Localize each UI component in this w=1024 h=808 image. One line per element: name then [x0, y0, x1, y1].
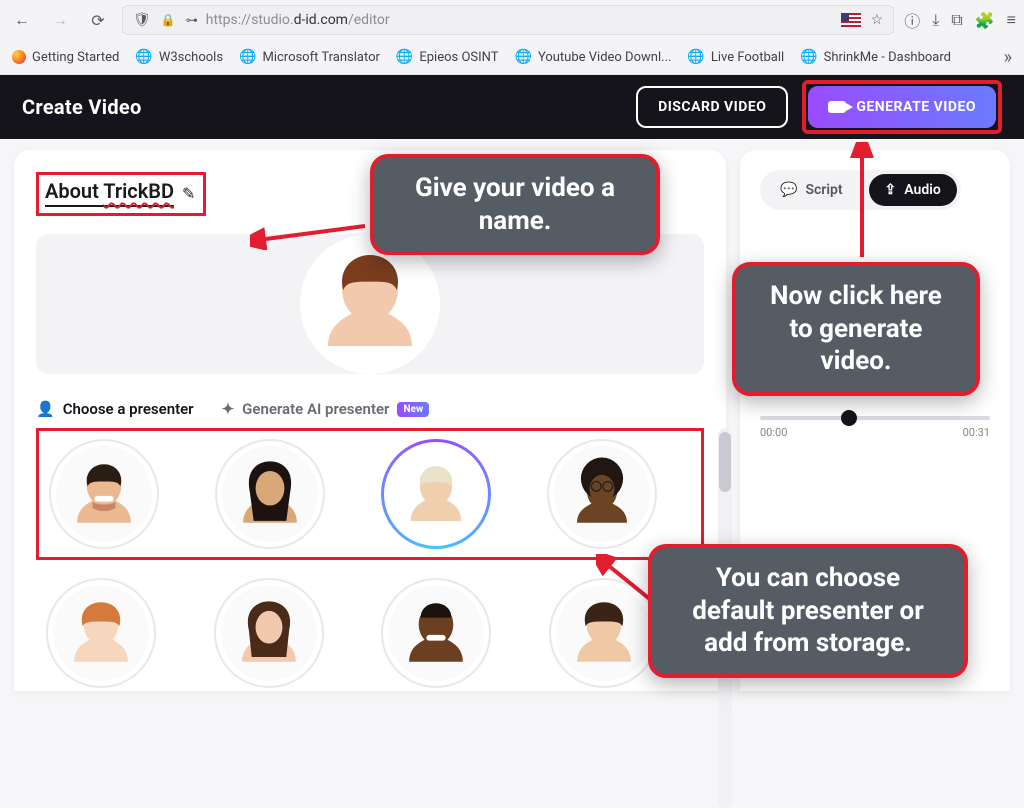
presenter-grid [41, 433, 699, 555]
callout-name: Give your video a name. [370, 154, 660, 255]
scrollbar-thumb[interactable] [719, 432, 731, 492]
star-icon[interactable]: ☆ [871, 12, 884, 28]
flag-icon [841, 13, 861, 27]
sparkle-icon: ✦ [222, 400, 235, 418]
forward-button[interactable]: → [46, 6, 74, 34]
url-text: https://studio.d-id.com/editor [206, 12, 831, 28]
tab-choose-presenter[interactable]: 👤 Choose a presenter [36, 400, 194, 418]
reload-button[interactable]: ⟳ [84, 6, 112, 34]
presenter-option-selected[interactable] [381, 439, 491, 549]
new-badge: New [397, 402, 429, 417]
bookmark-getting-started[interactable]: Getting Started [12, 50, 119, 65]
callout-presenter: You can choose default presenter or add … [648, 544, 968, 678]
audio-track[interactable] [760, 416, 990, 420]
discard-video-button[interactable]: DISCARD VIDEO [636, 86, 788, 128]
presenter-option[interactable] [547, 439, 657, 549]
browser-toolbar: ← → ⟳ 🛡︎ 🔒 ⊶ https://studio.d-id.com/edi… [0, 0, 1024, 40]
bookmark-shrinkme[interactable]: 🌐ShrinkMe - Dashboard [800, 49, 951, 65]
bookmark-epieos[interactable]: 🌐Epieos OSINT [396, 49, 499, 65]
presenter-option[interactable] [46, 578, 156, 688]
bookmark-live-football[interactable]: 🌐Live Football [687, 49, 784, 65]
presenter-option[interactable] [49, 439, 159, 549]
shield-icon: 🛡︎ [133, 12, 151, 28]
presenter-option[interactable] [381, 578, 491, 688]
menu-icon[interactable]: ≡ [1007, 10, 1016, 30]
generate-video-button[interactable]: GENERATE VIDEO [808, 86, 996, 128]
firefox-icon [12, 50, 26, 64]
presenter-grid-highlight [36, 428, 704, 560]
download-icon[interactable]: ⤓ [932, 10, 939, 30]
video-title-input[interactable]: About TrickBD [45, 179, 174, 207]
camera-icon [828, 101, 846, 113]
globe-icon: 🌐 [396, 49, 413, 65]
bookmark-youtube-dl[interactable]: 🌐Youtube Video Downl... [515, 49, 672, 65]
globe-icon: 🌐 [687, 49, 704, 65]
video-title-highlight: About TrickBD ✎ [36, 172, 206, 216]
screenshot-icon[interactable]: ⧉ [951, 10, 962, 30]
bookmarks-overflow-icon[interactable]: » [1004, 47, 1012, 68]
pencil-icon[interactable]: ✎ [182, 184, 195, 203]
browser-right-icons: ⓘ ⤓ ⧉ 🧩 ≡ [904, 8, 1016, 32]
browser-chrome: ← → ⟳ 🛡︎ 🔒 ⊶ https://studio.d-id.com/edi… [0, 0, 1024, 75]
time-start: 00:00 [760, 426, 787, 439]
time-end: 00:31 [963, 426, 990, 439]
presenter-option[interactable] [215, 439, 325, 549]
lock-icon: 🔒 [161, 13, 176, 27]
track-knob[interactable] [841, 410, 857, 426]
page-title: Create Video [22, 95, 142, 119]
time-row: 00:00 00:31 [760, 426, 990, 439]
bookmark-w3schools[interactable]: 🌐W3schools [135, 49, 223, 65]
tab-generate-ai-presenter[interactable]: ✦ Generate AI presenter New [222, 400, 430, 418]
generate-highlight: GENERATE VIDEO [802, 80, 1002, 134]
puzzle-icon[interactable]: 🧩 [975, 11, 995, 30]
back-button[interactable]: ← [8, 6, 36, 34]
arrow-to-title [250, 216, 370, 250]
app-header: Create Video DISCARD VIDEO GENERATE VIDE… [0, 75, 1024, 139]
selected-presenter-avatar [300, 234, 440, 374]
info-icon[interactable]: ⓘ [904, 8, 920, 32]
permissions-icon: ⊶ [186, 13, 196, 27]
globe-icon: 🌐 [800, 49, 817, 65]
globe-icon: 🌐 [135, 49, 152, 65]
bookmarks-bar: Getting Started 🌐W3schools 🌐Microsoft Tr… [0, 40, 1024, 74]
globe-icon: 🌐 [515, 49, 532, 65]
url-bar[interactable]: 🛡︎ 🔒 ⊶ https://studio.d-id.com/editor ☆ [122, 5, 894, 35]
arrow-to-generate [840, 142, 890, 262]
presenter-option[interactable] [214, 578, 324, 688]
bookmark-microsoft-translator[interactable]: 🌐Microsoft Translator [239, 49, 380, 65]
callout-generate: Now click here to generate video. [732, 262, 980, 396]
globe-icon: 🌐 [239, 49, 256, 65]
person-icon: 👤 [36, 400, 55, 418]
presenter-preview [36, 234, 704, 374]
presenter-tabs: 👤 Choose a presenter ✦ Generate AI prese… [36, 400, 704, 418]
chat-icon: 💬 [780, 182, 797, 198]
